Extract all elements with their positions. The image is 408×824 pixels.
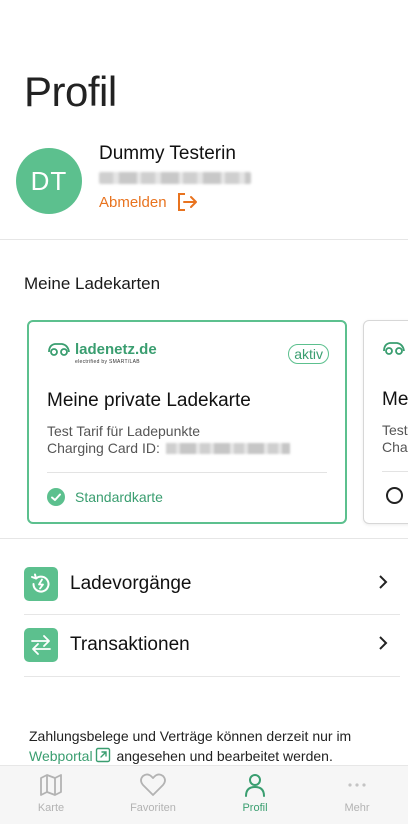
divider bbox=[0, 239, 408, 240]
map-icon bbox=[40, 774, 62, 796]
transactions-icon bbox=[24, 628, 58, 662]
status-badge: aktiv bbox=[288, 344, 329, 364]
card-id-label: Cha bbox=[382, 439, 408, 455]
divider bbox=[24, 676, 400, 677]
logout-label: Abmelden bbox=[99, 193, 167, 211]
menu-item-transaktionen[interactable]: Transaktionen bbox=[24, 617, 400, 673]
ladenetz-logo bbox=[382, 341, 406, 355]
logout-icon bbox=[177, 193, 197, 211]
info-text-after: angesehen und bearbeitet werden. bbox=[112, 748, 333, 764]
info-text-before: Zahlungsbelege und Verträge können derze… bbox=[29, 728, 352, 744]
brand-name: ladenetz.de bbox=[75, 341, 157, 358]
card-title: Me bbox=[382, 389, 408, 410]
card-title: Meine private Ladekarte bbox=[47, 390, 251, 411]
user-name: Dummy Testerin bbox=[99, 143, 236, 164]
default-card-label: Standardkarte bbox=[75, 489, 163, 505]
card-divider bbox=[47, 472, 327, 473]
cards-carousel[interactable]: ladenetz.de electrified by SMART/LAB akt… bbox=[0, 318, 408, 530]
menu-label: Transaktionen bbox=[70, 634, 190, 655]
nav-item-karte[interactable]: Karte bbox=[0, 766, 102, 824]
info-text: Zahlungsbelege und Verträge können derze… bbox=[29, 726, 389, 766]
logout-button[interactable]: Abmelden bbox=[99, 192, 199, 212]
chevron-right-icon bbox=[379, 575, 388, 589]
card-id-label: Charging Card ID: bbox=[47, 440, 160, 456]
bottom-navigation: Karte Favoriten Profil Mehr bbox=[0, 765, 408, 824]
person-icon bbox=[245, 774, 265, 797]
card-id-redacted bbox=[165, 443, 290, 454]
nav-item-profil[interactable]: Profil bbox=[204, 766, 306, 824]
nav-label: Favoriten bbox=[130, 802, 176, 814]
nav-label: Mehr bbox=[344, 802, 370, 814]
menu-label: Ladevorgänge bbox=[70, 573, 192, 594]
card-tariff: Test bbox=[382, 422, 408, 438]
nav-item-favoriten[interactable]: Favoriten bbox=[102, 766, 204, 824]
check-circle-icon bbox=[47, 488, 65, 506]
brand-subline: electrified by SMART/LAB bbox=[75, 359, 140, 365]
avatar: DT bbox=[16, 148, 82, 214]
set-default-radio[interactable] bbox=[386, 487, 403, 504]
ladenetz-logo: ladenetz.de electrified by SMART/LAB bbox=[47, 342, 157, 365]
nav-label: Profil bbox=[242, 802, 268, 814]
card-tariff: Test Tarif für Ladepunkte bbox=[47, 423, 201, 439]
charging-history-icon bbox=[24, 567, 58, 601]
menu-item-ladevorgaenge[interactable]: Ladevorgänge bbox=[24, 556, 400, 612]
webportal-link[interactable]: Webportal bbox=[29, 748, 93, 764]
nav-item-mehr[interactable]: Mehr bbox=[306, 766, 408, 824]
divider bbox=[24, 614, 400, 615]
section-title: Meine Ladekarten bbox=[24, 274, 161, 293]
default-card-indicator: Standardkarte bbox=[47, 488, 163, 506]
external-link-icon[interactable] bbox=[95, 747, 111, 763]
heart-icon bbox=[140, 773, 166, 796]
card-id: Charging Card ID: bbox=[47, 440, 290, 456]
more-icon bbox=[348, 783, 366, 787]
nav-label: Karte bbox=[37, 802, 65, 814]
charging-card-secondary[interactable]: Me Test Cha bbox=[363, 320, 408, 524]
page-title: Profil bbox=[24, 68, 117, 115]
car-logo-icon bbox=[48, 343, 70, 356]
chevron-right-icon bbox=[379, 636, 388, 650]
user-email-redacted bbox=[99, 172, 251, 184]
card-divider bbox=[382, 471, 408, 472]
divider bbox=[0, 538, 408, 539]
car-logo-icon bbox=[383, 342, 405, 355]
charging-card[interactable]: ladenetz.de electrified by SMART/LAB akt… bbox=[27, 320, 347, 524]
